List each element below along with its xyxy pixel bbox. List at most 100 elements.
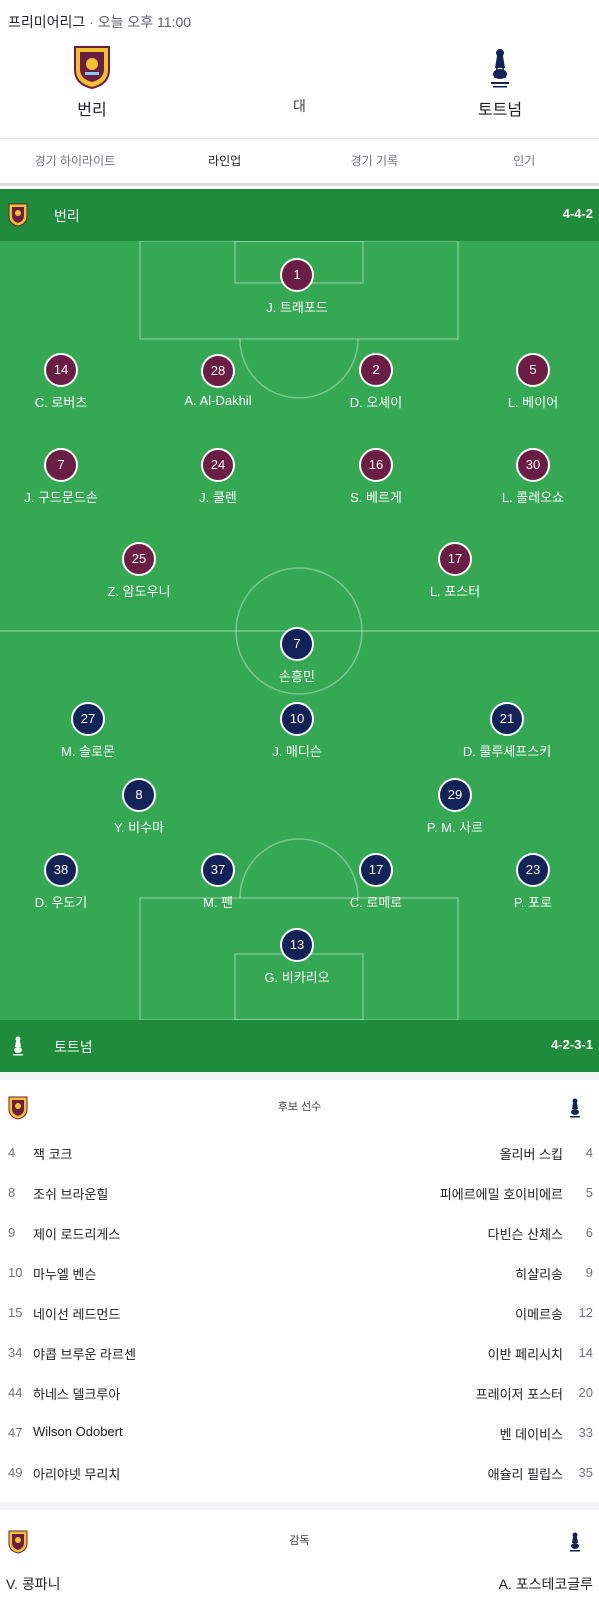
- home-sub-number: 10: [8, 1265, 23, 1280]
- sub-row: 44 하네스 델크루아 프레이저 포스터 20: [0, 1373, 599, 1413]
- away-team[interactable]: 토트넘: [440, 44, 560, 120]
- home-sub-number: 9: [8, 1225, 16, 1240]
- player-home-mid[interactable]: 24 J. 쿨렌: [143, 448, 293, 506]
- player-home-def[interactable]: 28 A. Al-Dakhil: [143, 354, 293, 408]
- player-home-gk[interactable]: 1 J. 트래포드: [222, 258, 372, 316]
- player-number: 14: [44, 353, 78, 387]
- away-sub-name[interactable]: 이반 페리시치: [488, 1344, 563, 1363]
- player-home-fwd[interactable]: 17 L. 포스터: [380, 542, 530, 600]
- player-number: 2: [359, 353, 393, 387]
- tab-lineup[interactable]: 라인업: [150, 139, 300, 183]
- sub-row: 10 마누엘 벤슨 히샬리송 9: [0, 1253, 599, 1293]
- player-number: 1: [280, 258, 314, 292]
- player-name: L. 콜레오쇼: [501, 490, 565, 505]
- player-name: Z. 암도우니: [107, 584, 171, 599]
- tab-highlights[interactable]: 경기 하이라이트: [0, 139, 150, 183]
- player-away-gk[interactable]: 13 G. 비카리오: [222, 928, 372, 986]
- player-name: J. 매디슨: [272, 744, 322, 759]
- player-number: 28: [201, 354, 235, 388]
- home-sub-name[interactable]: 하네스 델크루아: [33, 1384, 120, 1403]
- player-name: C. 로메로: [349, 895, 403, 910]
- home-sub-name[interactable]: Wilson Odobert: [33, 1424, 123, 1439]
- home-sub-number: 49: [8, 1465, 23, 1480]
- player-away-am[interactable]: 10 J. 매디슨: [222, 702, 372, 760]
- coach-title: 감독: [289, 1535, 310, 1547]
- player-home-mid[interactable]: 7 J. 구드문드손: [0, 448, 136, 506]
- player-away-am[interactable]: 27 M. 솔로몬: [13, 702, 163, 760]
- home-sub-name[interactable]: 네이선 레드먼드: [33, 1304, 120, 1323]
- player-name: L. 포스터: [429, 584, 481, 599]
- player-away-fwd[interactable]: 7 손흥민: [222, 627, 372, 685]
- away-sub-name[interactable]: 올리버 스킵: [500, 1144, 563, 1163]
- sub-row: 34 야콥 브루운 라르센 이반 페리시치 14: [0, 1333, 599, 1373]
- player-number: 13: [280, 928, 314, 962]
- player-number: 7: [280, 627, 314, 661]
- player-away-def[interactable]: 23 P. 포로: [458, 853, 599, 911]
- away-lineup-team-name: 토트넘: [54, 1039, 93, 1055]
- player-name: J. 쿨렌: [199, 490, 237, 505]
- player-number: 27: [71, 702, 105, 736]
- home-sub-name[interactable]: 아리야넷 무리치: [33, 1464, 120, 1483]
- away-coach-name[interactable]: A. 포스테코글루: [499, 1574, 593, 1594]
- home-sub-name[interactable]: 조쉬 브라운힐: [33, 1184, 108, 1203]
- player-home-def[interactable]: 2 D. 오셰이: [301, 353, 451, 411]
- tottenham-crest-icon: [565, 1530, 585, 1554]
- sub-row: 49 아리야넷 무리치 애슐리 필립스 35: [0, 1453, 599, 1493]
- player-name: C. 로버츠: [34, 395, 88, 410]
- player-away-dm[interactable]: 8 Y. 비수마: [64, 778, 214, 836]
- away-sub-name[interactable]: 피에르에밀 호이비에르: [440, 1184, 563, 1203]
- player-away-dm[interactable]: 29 P. M. 사르: [380, 778, 530, 836]
- player-home-mid[interactable]: 30 L. 콜레오쇼: [458, 448, 599, 506]
- away-sub-name[interactable]: 이메르송: [515, 1304, 563, 1323]
- player-home-mid[interactable]: 16 S. 베르게: [301, 448, 451, 506]
- away-sub-name[interactable]: 다빈슨 산체스: [488, 1224, 563, 1243]
- player-home-fwd[interactable]: 25 Z. 암도우니: [64, 542, 214, 600]
- match-time: · 오늘 오후 11:00: [89, 14, 192, 30]
- away-sub-number: 12: [578, 1305, 593, 1320]
- tab-stats[interactable]: 경기 기록: [300, 139, 450, 183]
- home-coach-name[interactable]: V. 콩파니: [6, 1574, 60, 1594]
- home-sub-number: 8: [8, 1185, 16, 1200]
- home-team-bar: 번리 4-4-2: [0, 189, 599, 241]
- home-sub-name[interactable]: 마누엘 벤슨: [33, 1264, 96, 1283]
- tab-popular[interactable]: 인기: [449, 139, 599, 183]
- player-home-def[interactable]: 14 C. 로버츠: [0, 353, 136, 411]
- tottenham-crest-icon: [8, 1034, 28, 1058]
- away-sub-name[interactable]: 프레이저 포스터: [476, 1384, 563, 1403]
- home-sub-name[interactable]: 야콥 브루운 라르센: [33, 1344, 136, 1363]
- sub-row: 9 제이 로드리게스 다빈슨 산체스 6: [0, 1213, 599, 1253]
- away-sub-number: 6: [585, 1225, 593, 1240]
- away-sub-name[interactable]: 벤 데이비스: [500, 1424, 563, 1443]
- home-sub-number: 4: [8, 1145, 16, 1160]
- player-away-am[interactable]: 21 D. 쿨루셰프스키: [432, 702, 582, 760]
- burnley-crest-icon: [8, 203, 28, 227]
- match-tabs: 경기 하이라이트 라인업 경기 기록 인기: [0, 138, 599, 186]
- player-name: G. 비카리오: [264, 970, 330, 985]
- divider: [0, 1502, 599, 1510]
- home-sub-name[interactable]: 잭 코크: [33, 1144, 73, 1163]
- player-number: 8: [122, 778, 156, 812]
- away-sub-name[interactable]: 히샬리송: [515, 1264, 563, 1283]
- sub-row: 15 네이선 레드먼드 이메르송 12: [0, 1293, 599, 1333]
- player-name: M. 펜: [202, 895, 233, 910]
- away-sub-number: 33: [578, 1425, 593, 1440]
- coach-row: V. 콩파니 A. 포스테코글루: [0, 1570, 599, 1600]
- player-number: 23: [516, 853, 550, 887]
- player-name: Y. 비수마: [113, 820, 165, 835]
- away-sub-number: 14: [578, 1345, 593, 1360]
- player-number: 38: [44, 853, 78, 887]
- away-team-name: 토트넘: [477, 102, 523, 119]
- home-sub-name[interactable]: 제이 로드리게스: [33, 1224, 120, 1243]
- away-sub-name[interactable]: 애슐리 필립스: [488, 1464, 563, 1483]
- player-number: 25: [122, 542, 156, 576]
- player-number: 37: [201, 853, 235, 887]
- away-sub-number: 20: [578, 1385, 593, 1400]
- player-away-def[interactable]: 38 D. 우도기: [0, 853, 136, 911]
- player-home-def[interactable]: 5 L. 베이어: [458, 353, 599, 411]
- player-away-def[interactable]: 37 M. 펜: [143, 853, 293, 911]
- player-name: J. 트래포드: [266, 300, 328, 315]
- league-name[interactable]: 프리미어리그: [8, 14, 85, 30]
- player-away-def[interactable]: 17 C. 로메로: [301, 853, 451, 911]
- sub-row: 4 잭 코크 올리버 스킵 4: [0, 1133, 599, 1173]
- player-number: 10: [280, 702, 314, 736]
